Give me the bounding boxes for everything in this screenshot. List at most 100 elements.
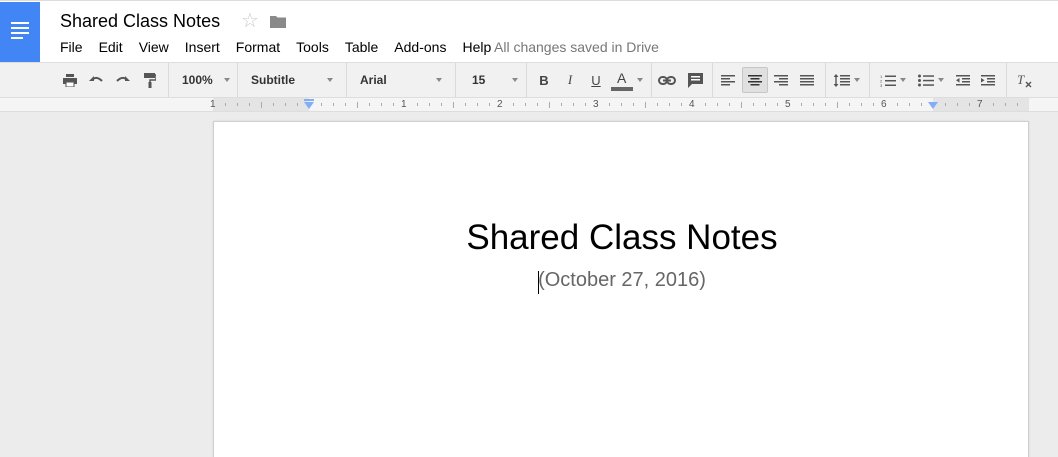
chevron-down-icon — [900, 78, 906, 82]
align-left-button[interactable] — [718, 63, 738, 97]
ruler-tick — [441, 103, 442, 106]
ruler-tick — [489, 103, 490, 106]
undo-button[interactable] — [86, 63, 106, 97]
ruler-label: 6 — [881, 99, 887, 110]
svg-text:3: 3 — [880, 83, 883, 87]
undo-icon — [88, 76, 103, 82]
toolbar: 100% Subtitle Arial 15 B I U A 1 2 3 T — [0, 62, 1058, 98]
ruler-label: 3 — [593, 99, 599, 110]
menu-edit[interactable]: Edit — [99, 39, 123, 55]
paragraph-style-value: Subtitle — [251, 73, 295, 87]
ruler-tick — [861, 103, 862, 106]
bulleted-list-button[interactable] — [913, 63, 949, 97]
text-color-button[interactable]: A — [610, 63, 644, 97]
ruler-label: 1 — [210, 99, 216, 110]
star-icon[interactable]: ☆ — [241, 10, 259, 32]
clear-formatting-button[interactable]: T — [1014, 63, 1036, 97]
print-button[interactable] — [60, 63, 80, 97]
align-center-button[interactable] — [742, 67, 768, 93]
save-status[interactable]: All changes saved in Drive — [494, 39, 659, 55]
document-heading[interactable]: Shared Class Notes — [214, 218, 1030, 258]
align-right-icon — [774, 74, 788, 85]
redo-icon — [115, 76, 130, 82]
text-color-swatch — [611, 87, 633, 91]
chevron-down-icon — [436, 78, 442, 82]
chevron-down-icon — [854, 78, 860, 82]
ruler-tick — [381, 103, 382, 106]
redo-button[interactable] — [112, 63, 132, 97]
line-spacing-button[interactable] — [832, 63, 862, 97]
ruler-tick — [777, 103, 778, 106]
ruler-tick — [969, 103, 970, 106]
paint-roller-icon — [143, 72, 156, 88]
clear-formatting-icon: T — [1017, 73, 1032, 87]
numbered-list-button[interactable]: 123 — [875, 63, 911, 97]
insert-link-button[interactable] — [657, 63, 677, 97]
comment-icon — [687, 72, 703, 88]
folder-icon[interactable] — [270, 15, 286, 28]
ruler-tick — [957, 103, 958, 106]
paragraph-style-dropdown[interactable]: Subtitle — [251, 63, 333, 97]
ruler-tick — [741, 102, 742, 108]
menu-file[interactable]: File — [60, 39, 83, 55]
ruler-tick — [873, 103, 874, 106]
ruler-label: 4 — [689, 99, 695, 110]
zoom-dropdown[interactable]: 100% — [182, 63, 230, 97]
ruler-tick — [513, 103, 514, 106]
bold-button[interactable]: B — [535, 63, 553, 97]
ruler-tick — [285, 103, 286, 106]
ruler-tick — [1017, 103, 1018, 106]
decrease-indent-button[interactable] — [953, 63, 973, 97]
ruler-tick — [585, 103, 586, 106]
link-icon — [658, 75, 676, 85]
ruler-tick — [813, 103, 814, 106]
ruler-tick — [657, 103, 658, 106]
document-page[interactable]: Shared Class Notes (October 27, 2016) — [213, 121, 1029, 457]
right-indent-marker[interactable] — [928, 102, 938, 109]
menu-add-ons[interactable]: Add-ons — [394, 39, 446, 55]
ruler-tick — [429, 103, 430, 106]
ruler-tick — [525, 103, 526, 106]
menu-tools[interactable]: Tools — [296, 39, 329, 55]
ruler-tick — [333, 103, 334, 106]
menu-format[interactable]: Format — [236, 39, 280, 55]
underline-button[interactable]: U — [587, 63, 605, 97]
app-header: Shared Class Notes ☆ File Edit View Inse… — [0, 0, 1058, 62]
ruler-tick — [393, 103, 394, 106]
zoom-value: 100% — [182, 73, 213, 87]
font-size-dropdown[interactable]: 15 — [472, 63, 518, 97]
ruler-label: 2 — [497, 99, 503, 110]
menu-bar: File Edit View Insert Format Tools Table… — [60, 39, 507, 55]
ruler-tick — [357, 102, 358, 108]
ruler[interactable]: 1 1 2 3 4 5 6 7 — [0, 98, 1058, 112]
ruler-tick — [537, 103, 538, 106]
docs-home-button[interactable] — [0, 2, 40, 62]
insert-comment-button[interactable] — [685, 63, 705, 97]
chevron-down-icon — [224, 78, 230, 82]
docs-logo-icon — [11, 22, 29, 42]
ruler-tick — [825, 103, 826, 106]
menu-table[interactable]: Table — [345, 39, 378, 55]
ruler-tick — [909, 103, 910, 106]
ruler-tick — [897, 103, 898, 106]
ruler-tick — [1005, 103, 1006, 106]
menu-insert[interactable]: Insert — [185, 39, 220, 55]
align-justify-button[interactable] — [797, 63, 817, 97]
align-right-button[interactable] — [771, 63, 791, 97]
left-indent-marker[interactable] — [304, 102, 314, 109]
menu-view[interactable]: View — [139, 39, 169, 55]
font-family-dropdown[interactable]: Arial — [360, 63, 442, 97]
italic-button[interactable]: I — [561, 63, 579, 97]
document-title[interactable]: Shared Class Notes — [60, 11, 220, 32]
ruler-tick — [453, 102, 454, 108]
font-size-value: 15 — [472, 73, 486, 87]
chevron-down-icon — [512, 78, 518, 82]
document-subtitle[interactable]: (October 27, 2016) — [214, 269, 1030, 292]
ruler-tick — [477, 103, 478, 106]
first-line-indent-marker[interactable] — [304, 99, 314, 101]
ruler-tick — [849, 103, 850, 106]
align-left-icon — [721, 74, 735, 85]
paint-format-button[interactable] — [139, 63, 159, 97]
increase-indent-button[interactable] — [978, 63, 998, 97]
menu-help[interactable]: Help — [462, 39, 491, 55]
